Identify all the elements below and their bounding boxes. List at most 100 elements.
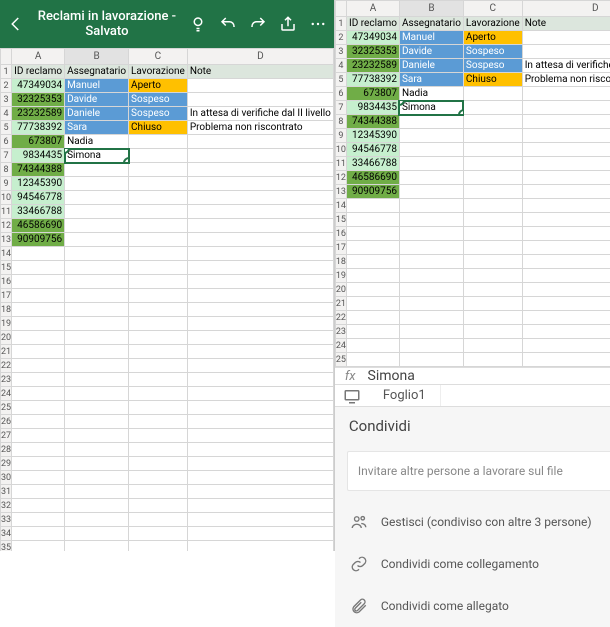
cell[interactable] [399,227,463,241]
cell[interactable]: Simona [65,149,129,163]
cell[interactable] [65,429,129,443]
cell[interactable] [187,513,333,527]
cell[interactable] [129,443,188,457]
cell[interactable] [129,205,188,219]
cell[interactable] [463,157,522,171]
row-header[interactable]: 22 [1,359,12,373]
lightbulb-icon[interactable] [188,14,208,34]
row-header[interactable]: 9 [1,177,12,191]
cell[interactable] [65,275,129,289]
cell[interactable] [12,387,65,401]
column-header[interactable]: D [522,1,610,17]
cell[interactable] [187,457,333,471]
cell[interactable] [12,429,65,443]
header-cell[interactable]: Lavorazione [463,17,522,31]
cell[interactable] [347,227,400,241]
row-header[interactable]: 23 [1,373,12,387]
cell[interactable] [399,339,463,353]
cell[interactable]: 33466788 [12,205,65,219]
selection-handle[interactable] [65,149,71,155]
cell[interactable] [522,241,610,255]
cell[interactable] [129,135,188,149]
row-header[interactable]: 28 [1,443,12,457]
row-header[interactable]: 1 [1,65,12,79]
row-header[interactable]: 14 [1,247,12,261]
back-icon[interactable] [6,14,26,34]
cell[interactable]: 32325353 [347,45,400,59]
cell[interactable] [187,149,333,163]
cell[interactable] [65,415,129,429]
cell[interactable] [129,499,188,513]
cell[interactable] [522,101,610,115]
cell[interactable]: Sara [65,121,129,135]
column-header[interactable]: B [65,49,129,65]
cell[interactable] [187,191,333,205]
cell[interactable] [522,325,610,339]
cell[interactable] [399,325,463,339]
cell[interactable] [347,353,400,367]
cell[interactable] [522,269,610,283]
row-header[interactable]: 1 [335,17,346,31]
cell[interactable] [129,471,188,485]
cell[interactable] [12,485,65,499]
cell[interactable] [65,485,129,499]
cell[interactable] [129,331,188,345]
cell[interactable]: Aperto [463,31,522,45]
cell[interactable] [463,101,522,115]
cell[interactable] [187,247,333,261]
row-header[interactable]: 24 [335,339,346,353]
row-header[interactable]: 12 [1,219,12,233]
cell[interactable] [399,185,463,199]
cell[interactable]: Daniele [399,59,463,73]
cell[interactable] [129,541,188,552]
cell[interactable]: Chiuso [129,121,188,135]
cell[interactable] [65,471,129,485]
selection-handle[interactable] [458,109,464,115]
cell[interactable] [522,157,610,171]
cell[interactable] [463,297,522,311]
cell[interactable] [12,359,65,373]
cell[interactable] [129,345,188,359]
row-header[interactable]: 15 [1,261,12,275]
cell[interactable] [12,443,65,457]
row-header[interactable]: 20 [1,331,12,345]
row-header[interactable]: 24 [1,387,12,401]
cell[interactable] [347,283,400,297]
cell[interactable] [65,345,129,359]
cell[interactable] [347,199,400,213]
cell[interactable] [65,317,129,331]
cell[interactable]: 90909756 [12,233,65,247]
row-header[interactable]: 13 [335,185,346,199]
cell[interactable] [129,527,188,541]
cell[interactable] [65,233,129,247]
row-header[interactable]: 25 [335,353,346,367]
row-header[interactable]: 6 [1,135,12,149]
cell[interactable] [65,457,129,471]
cell[interactable] [522,129,610,143]
cell[interactable]: 94546778 [347,143,400,157]
cell[interactable] [65,359,129,373]
cell[interactable] [399,143,463,157]
cell[interactable] [65,443,129,457]
cell[interactable] [522,311,610,325]
cell[interactable] [399,241,463,255]
cell[interactable] [65,387,129,401]
cell[interactable] [187,163,333,177]
cell[interactable] [65,373,129,387]
cell[interactable] [399,269,463,283]
row-header[interactable]: 3 [335,45,346,59]
row-header[interactable]: 35 [1,541,12,552]
cell[interactable]: Manuel [399,31,463,45]
formula-bar[interactable]: fx Simona ⌃ [335,367,610,385]
cell[interactable] [129,429,188,443]
cell[interactable]: 12345390 [12,177,65,191]
cell[interactable]: Aperto [129,79,188,93]
select-all-corner[interactable] [335,1,346,17]
row-header[interactable]: 16 [1,275,12,289]
cell[interactable] [12,513,65,527]
cell[interactable]: Chiuso [463,73,522,87]
cell[interactable]: 23232589 [12,107,65,121]
row-header[interactable]: 34 [1,527,12,541]
cell[interactable]: 9834435 [347,101,400,115]
cell[interactable] [463,311,522,325]
